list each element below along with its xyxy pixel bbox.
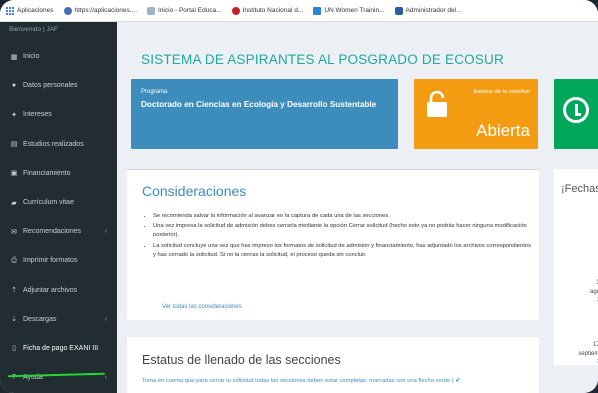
unwomen-icon bbox=[313, 6, 322, 15]
download-icon: ⇣ bbox=[11, 316, 17, 324]
consideraciones-panel: Consideraciones Se recomienda salvar la … bbox=[127, 169, 539, 320]
user-icon: ● bbox=[11, 82, 17, 90]
ver-consideraciones-link[interactable]: Ver todas las consideraciones bbox=[162, 304, 242, 310]
sidebar-item-estudios[interactable]: ▤ Estudios realizados bbox=[0, 130, 117, 159]
sidebar-item-label: Financiamiento bbox=[23, 169, 71, 177]
bookmark-portal[interactable]: Inicio - Portal Educa... bbox=[147, 6, 222, 15]
bookmark-label: Instituto Nacional d... bbox=[242, 7, 304, 14]
date-year: 2020 bbox=[554, 296, 598, 305]
date-day: 3 de bbox=[554, 279, 598, 288]
institute-icon bbox=[231, 6, 240, 15]
sidebar-greeting: Bienvenido | JAF bbox=[9, 26, 59, 33]
sidebar: Bienvenido | JAF ▦ Inicio ● Datos person… bbox=[0, 22, 117, 393]
date-item: 3 de agosto 2020 bbox=[554, 279, 598, 305]
sidebar-item-inicio[interactable]: ▦ Inicio bbox=[0, 42, 117, 71]
status-box: Estatus de tu solicitud Abierta bbox=[414, 79, 538, 149]
estatus-title: Estatus de llenado de las secciones bbox=[142, 353, 341, 367]
list-item: La solicitud concluye una vez que has im… bbox=[153, 242, 533, 260]
admin-icon bbox=[394, 6, 403, 15]
sidebar-item-label: Inicio bbox=[23, 53, 40, 61]
bookmarks-bar: Aplicaciones https://aplicaciones.... In… bbox=[0, 0, 598, 22]
clock-box bbox=[554, 79, 598, 149]
sidebar-item-label: Ficha de pago EXANI III bbox=[23, 344, 99, 352]
sidebar-item-financiamiento[interactable]: ▣ Financiamiento bbox=[0, 159, 117, 188]
bookmark-apps[interactable]: Aplicaciones bbox=[6, 6, 54, 15]
sidebar-item-label: Descargas bbox=[23, 315, 57, 323]
sidebar-item-intereses[interactable]: ✦ Intereses bbox=[0, 100, 117, 129]
consideraciones-title: Consideraciones bbox=[142, 183, 247, 199]
document-icon: ▯ bbox=[12, 345, 16, 353]
check-icon: ✔ bbox=[455, 378, 461, 384]
print-icon: ⎙ bbox=[11, 256, 17, 264]
sidebar-item-label: Datos personales bbox=[23, 82, 78, 90]
date-item: 17 de septiembre 2020 bbox=[554, 341, 598, 367]
fechas-title: ¡Fechas importantes bbox=[561, 183, 598, 195]
bookmark-label: Aplicaciones bbox=[17, 7, 54, 14]
estatus-text: Toma en cuenta que para cerrar tu solici… bbox=[142, 378, 460, 384]
sidebar-item-datos-personales[interactable]: ● Datos personales bbox=[0, 71, 117, 100]
sidebar-item-label: Imprimir formatos bbox=[23, 257, 78, 265]
clock-icon bbox=[563, 97, 589, 123]
portal-icon bbox=[147, 6, 156, 15]
program-box: Programa Doctorado en Ciencias en Ecolog… bbox=[131, 79, 398, 149]
sidebar-item-label: Recomendaciones bbox=[23, 228, 81, 236]
program-label: Programa bbox=[141, 89, 168, 95]
bookmark-administrador[interactable]: Administrador del... bbox=[394, 6, 462, 15]
sidebar-item-descargas[interactable]: ⇣ Descargas ‹ bbox=[0, 305, 117, 334]
money-icon: ▣ bbox=[10, 170, 18, 178]
estatus-instructions: Toma en cuenta que para cerrar tu solici… bbox=[142, 378, 454, 384]
page-title: SISTEMA DE ASPIRANTES AL POSGRADO DE ECO… bbox=[141, 52, 504, 67]
list-item: Una vez impresa la solicitud de admisión… bbox=[153, 222, 533, 240]
bookmark-instituto[interactable]: Instituto Nacional d... bbox=[231, 6, 304, 15]
date-month: septiembre bbox=[578, 350, 598, 357]
sidebar-item-label: Estudios realizados bbox=[23, 140, 84, 148]
date-year: 2020 bbox=[554, 358, 598, 367]
sidebar-item-label: Currículum vitae bbox=[23, 199, 74, 207]
program-value: Doctorado en Ciencias en Ecología y Desa… bbox=[141, 100, 377, 109]
main-content: SISTEMA DE ASPIRANTES AL POSGRADO DE ECO… bbox=[117, 22, 598, 393]
date-month: agosto bbox=[589, 288, 598, 295]
bookmark-unwomen[interactable]: UN Women Trainin... bbox=[313, 6, 385, 15]
sidebar-item-imprimir[interactable]: ⎙ Imprimir formatos bbox=[0, 246, 117, 275]
bookmark-label: UN Women Trainin... bbox=[324, 7, 385, 14]
fechas-panel: ¡Fechas importantes 3 de agosto 2020 17 … bbox=[554, 169, 598, 365]
upload-icon: ⇡ bbox=[11, 287, 17, 295]
studies-icon: ▤ bbox=[10, 141, 18, 149]
date-day: 17 de bbox=[592, 342, 598, 348]
sidebar-item-label: Intereses bbox=[23, 111, 52, 119]
sidebar-item-recomendaciones[interactable]: ✉ Recomendaciones ‹ bbox=[0, 217, 117, 246]
consideraciones-list: Se recomienda salvar la información al a… bbox=[153, 212, 533, 261]
sidebar-item-label: Adjuntar archivos bbox=[23, 286, 78, 294]
sidebar-item-ficha-pago[interactable]: ▯ Ficha de pago EXANI III bbox=[0, 334, 117, 363]
sidebar-item-ayuda[interactable]: ? Ayuda ‹ bbox=[0, 363, 117, 392]
bookmark-aplicaciones[interactable]: https://aplicaciones.... bbox=[63, 6, 138, 15]
sidebar-item-curriculum[interactable]: ▰ Currículum vitae bbox=[0, 188, 117, 217]
bookmark-label: Administrador del... bbox=[405, 7, 462, 14]
estatus-panel: Estatus de llenado de las secciones Toma… bbox=[127, 337, 539, 393]
bookmark-label: Inicio - Portal Educa... bbox=[158, 7, 222, 14]
status-label: Estatus de tu solicitud bbox=[473, 89, 530, 95]
browser-window: Aplicaciones https://aplicaciones.... In… bbox=[0, 0, 598, 393]
chevron-left-icon: ‹ bbox=[104, 315, 107, 323]
globe-icon bbox=[63, 6, 72, 15]
list-item: Se recomienda salvar la información al a… bbox=[153, 212, 533, 221]
bookmark-label: https://aplicaciones.... bbox=[74, 7, 138, 14]
envelope-icon: ✉ bbox=[11, 228, 17, 236]
apps-icon bbox=[6, 6, 14, 15]
status-value: Abierta bbox=[476, 121, 530, 140]
dashboard-icon: ▦ bbox=[10, 53, 18, 61]
interests-icon: ✦ bbox=[11, 111, 17, 119]
book-icon: ▰ bbox=[11, 199, 17, 207]
sidebar-item-adjuntar[interactable]: ⇡ Adjuntar archivos bbox=[0, 276, 117, 305]
chevron-left-icon: ‹ bbox=[104, 374, 107, 382]
unlock-icon bbox=[427, 91, 447, 117]
chevron-left-icon: ‹ bbox=[104, 228, 107, 236]
